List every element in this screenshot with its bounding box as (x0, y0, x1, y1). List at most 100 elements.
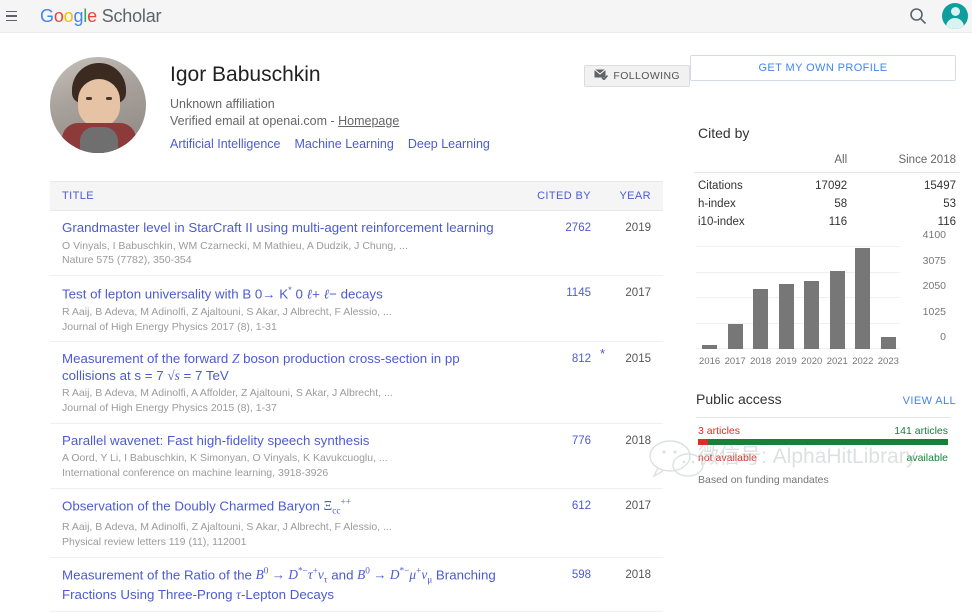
chart-bars (698, 247, 900, 349)
chart-bar-2023[interactable] (877, 247, 900, 349)
chart-y-label: 1025 (904, 306, 946, 318)
chart-bar-2017[interactable] (724, 247, 747, 349)
scholar-word: Scholar (102, 6, 162, 26)
publication-venue: Physical review letters 119 (11), 112001 (62, 536, 505, 550)
cited-by-header-blank (694, 151, 785, 173)
table-row: Parallel wavenet: Fast high-fidelity spe… (50, 424, 663, 489)
bar (804, 281, 819, 349)
publication-venue: Nature 575 (7782), 350-354 (62, 254, 505, 268)
bar (779, 284, 794, 349)
interest-tag-2[interactable]: Deep Learning (408, 137, 490, 151)
publication-cited-by[interactable]: 812 * (513, 351, 591, 416)
topbar-actions (908, 3, 960, 29)
not-available-label: not available (698, 452, 757, 464)
chart-x-tick-2016: 2016 (698, 356, 721, 367)
get-my-own-profile-button[interactable]: GET MY OWN PROFILE (690, 55, 956, 81)
account-avatar-icon[interactable] (942, 3, 968, 29)
public-access-labels: not available available (698, 452, 948, 464)
chart-bar-2018[interactable] (749, 247, 772, 349)
verified-email-text: Verified email at openai.com - (170, 114, 338, 128)
profile-and-publications: Igor Babuschkin Unknown affiliation Veri… (0, 33, 690, 612)
publication-info: Test of lepton universality with B 0→ K*… (62, 285, 513, 334)
google-scholar-logo[interactable]: Google Scholar (40, 6, 161, 27)
publication-authors: R Aaij, B Adeva, M Adinolfi, Z Ajaltouni… (62, 306, 505, 320)
bar (830, 271, 845, 349)
bar-not-available (698, 439, 708, 445)
interest-tag-1[interactable]: Machine Learning (294, 137, 393, 151)
public-access-title: Public access (696, 391, 782, 407)
chart-x-tick-2019: 2019 (775, 356, 798, 367)
bar (753, 289, 768, 349)
chart-y-label: 2050 (904, 280, 946, 292)
chart-x-labels: 20162017201820192020202120222023 (698, 356, 900, 367)
publications-table: TITLE CITED BY YEAR Grandmaster level in… (50, 181, 663, 612)
envelope-check-icon (594, 69, 608, 83)
publication-venue: Journal of High Energy Physics 2015 (8),… (62, 402, 505, 416)
chart-bar-2022[interactable] (851, 247, 874, 349)
publication-cited-by[interactable]: 598 (513, 567, 591, 604)
asterisk-icon: * (600, 346, 605, 361)
table-row: Measurement of the Ratio of the B0 → D*−… (50, 558, 663, 612)
publication-title[interactable]: Grandmaster level in StarCraft II using … (62, 220, 505, 237)
public-access-bar (698, 439, 948, 445)
publication-venue: Journal of High Energy Physics 2017 (8),… (62, 321, 505, 335)
table-row: Citations 17092 15497 (694, 173, 960, 196)
publication-year: 2019 (591, 220, 651, 268)
table-row: Observation of the Doubly Charmed Baryon… (50, 489, 663, 558)
table-row: Measurement of the forward Z boson produ… (50, 342, 663, 424)
cited-by-header-all: All (785, 151, 851, 173)
profile-name: Igor Babuschkin (170, 63, 584, 87)
metric-label: Citations (694, 173, 785, 196)
chart-bar-2019[interactable] (775, 247, 798, 349)
publication-year: 2017 (591, 498, 651, 550)
chart-bar-2021[interactable] (826, 247, 849, 349)
profile-interest-tags: Artificial Intelligence Machine Learning D… (170, 137, 584, 151)
publication-authors: A Oord, Y Li, I Babuschkin, K Simonyan, … (62, 452, 505, 466)
publication-cited-by[interactable]: 776 (513, 433, 591, 481)
publication-info: Parallel wavenet: Fast high-fidelity spe… (62, 433, 513, 481)
chart-bar-2020[interactable] (800, 247, 823, 349)
chart-x-tick-2022: 2022 (851, 356, 874, 367)
publication-info: Measurement of the forward Z boson produ… (62, 351, 513, 416)
profile-details: Igor Babuschkin Unknown affiliation Veri… (170, 57, 584, 151)
column-header-title[interactable]: TITLE (62, 190, 513, 202)
bar (702, 345, 717, 349)
divider (696, 417, 950, 418)
hamburger-menu-icon[interactable] (4, 11, 22, 22)
metric-all: 17092 (785, 173, 851, 196)
metric-since: 53 (851, 195, 960, 213)
cited-by-header-since: Since 2018 (851, 151, 960, 173)
publication-title[interactable]: Observation of the Doubly Charmed Baryon… (62, 498, 505, 519)
chart-y-label: 0 (904, 331, 946, 343)
publication-title[interactable]: Measurement of the forward Z boson produ… (62, 351, 505, 384)
publication-cited-by[interactable]: 1145 (513, 285, 591, 334)
public-access-counts: 3 articles 141 articles (698, 425, 948, 437)
publication-title[interactable]: Test of lepton universality with B 0→ K*… (62, 285, 505, 303)
publication-title[interactable]: Parallel wavenet: Fast high-fidelity spe… (62, 433, 505, 450)
column-header-year[interactable]: YEAR (591, 190, 651, 202)
chart-bar-2016[interactable] (698, 247, 721, 349)
column-header-cited-by[interactable]: CITED BY (513, 190, 591, 202)
public-access-header: Public access VIEW ALL (696, 391, 956, 407)
publication-cited-by[interactable]: 2762 (513, 220, 591, 268)
not-available-count: 3 articles (698, 425, 740, 437)
chart-x-tick-2017: 2017 (724, 356, 747, 367)
view-all-link[interactable]: VIEW ALL (903, 395, 956, 407)
interest-tag-0[interactable]: Artificial Intelligence (170, 137, 280, 151)
publication-info: Grandmaster level in StarCraft II using … (62, 220, 513, 268)
funding-mandates-note: Based on funding mandates (698, 474, 948, 486)
chart-x-tick-2020: 2020 (800, 356, 823, 367)
publication-info: Measurement of the Ratio of the B0 → D*−… (62, 567, 513, 604)
following-button[interactable]: FOLLOWING (584, 65, 690, 87)
citations-per-year-chart: 01025205030754100 2016201720182019202020… (696, 247, 946, 367)
table-row: h-index 58 53 (694, 195, 960, 213)
publication-title[interactable]: Measurement of the Ratio of the B0 → D*−… (62, 567, 505, 604)
cited-by-header-row: All Since 2018 (694, 151, 960, 173)
top-bar: Google Scholar (0, 0, 972, 33)
profile-header: Igor Babuschkin Unknown affiliation Veri… (50, 57, 690, 153)
publication-cited-by[interactable]: 612 (513, 498, 591, 550)
homepage-link[interactable]: Homepage (338, 114, 399, 128)
search-icon[interactable] (908, 6, 928, 26)
chart-x-tick-2018: 2018 (749, 356, 772, 367)
publication-authors: R Aaij, B Adeva, M Adinolfi, Z Ajaltouni… (62, 521, 505, 535)
